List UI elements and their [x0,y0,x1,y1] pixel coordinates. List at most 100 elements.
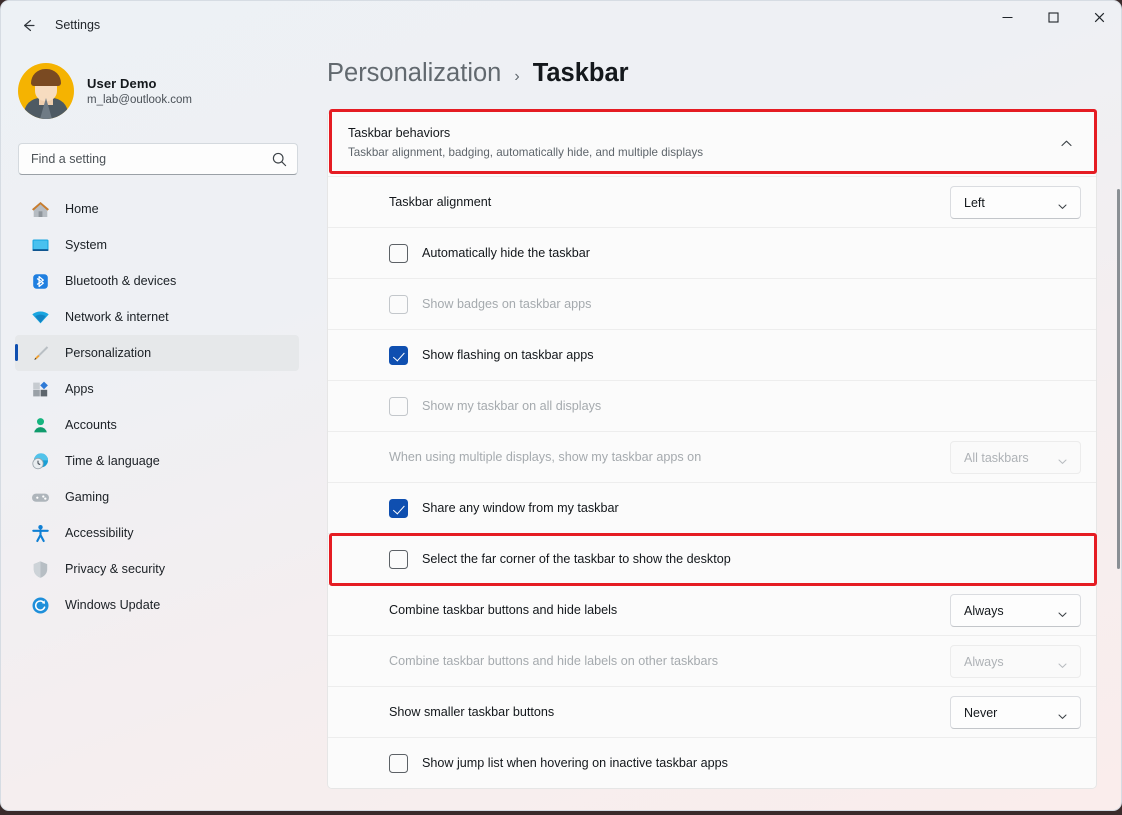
chevron-down-icon [1057,709,1068,727]
row-label: Show my taskbar on all displays [422,399,601,413]
shield-icon [29,558,51,580]
row-multiple-displays-apps: When using multiple displays, show my ta… [328,431,1096,482]
avatar [18,63,74,119]
minimize-icon [1001,11,1014,24]
row-label: Combine taskbar buttons and hide labels … [389,654,718,668]
search-input[interactable] [31,152,251,166]
sidebar-item-accounts[interactable]: Accounts [15,407,299,443]
dropdown-value: Never [964,706,997,720]
chevron-up-icon[interactable] [1059,136,1074,156]
sidebar-item-label: Home [65,202,99,216]
window-title: Settings [55,18,100,32]
row-label: Combine taskbar buttons and hide labels [389,603,617,617]
sidebar-item-privacy-security[interactable]: Privacy & security [15,551,299,587]
sidebar-item-label: Time & language [65,454,160,468]
combine-buttons-other-dropdown: Always [950,645,1081,678]
row-auto-hide-taskbar[interactable]: Automatically hide the taskbar [328,227,1096,278]
row-taskbar-all-displays: Show my taskbar on all displays [328,380,1096,431]
auto-hide-checkbox[interactable] [389,244,408,263]
paintbrush-icon [29,342,51,364]
search-box[interactable] [18,143,298,175]
main-content: Personalization › Taskbar Taskbar behavi… [321,48,1122,811]
bluetooth-icon [29,270,51,292]
dropdown-value: Left [964,196,985,210]
row-combine-buttons-other: Combine taskbar buttons and hide labels … [328,635,1096,686]
all-displays-checkbox [389,397,408,416]
sidebar-item-label: Network & internet [65,310,169,324]
sidebar-item-windows-update[interactable]: Windows Update [15,587,299,623]
scrollbar-thumb[interactable] [1117,189,1120,569]
maximize-button[interactable] [1030,1,1076,34]
page-title: Taskbar [533,59,629,88]
sidebar-item-label: Windows Update [65,598,160,612]
dropdown-value: All taskbars [964,451,1029,465]
row-show-flashing[interactable]: Show flashing on taskbar apps [328,329,1096,380]
taskbar-alignment-dropdown[interactable]: Left [950,186,1081,219]
breadcrumb-parent[interactable]: Personalization [327,59,501,88]
account-tile[interactable]: User Demo m_lab@outlook.com [18,58,303,124]
minimize-button[interactable] [984,1,1030,34]
show-flashing-checkbox[interactable] [389,346,408,365]
row-combine-buttons: Combine taskbar buttons and hide labels … [328,584,1096,635]
row-label: Automatically hide the taskbar [422,246,590,260]
smaller-buttons-dropdown[interactable]: Never [950,696,1081,729]
sidebar-item-bluetooth[interactable]: Bluetooth & devices [15,263,299,299]
system-monitor-icon [29,234,51,256]
combine-buttons-dropdown[interactable]: Always [950,594,1081,627]
section-title: Taskbar behaviors [348,126,450,140]
back-button[interactable] [10,10,46,40]
breadcrumb: Personalization › Taskbar [327,59,629,88]
chevron-down-icon [1057,199,1068,217]
taskbar-behaviors-header[interactable]: Taskbar behaviors Taskbar alignment, bad… [328,112,1096,176]
maximize-icon [1047,11,1060,24]
gamepad-icon [29,486,51,508]
breadcrumb-separator: › [514,68,519,86]
jump-list-checkbox[interactable] [389,754,408,773]
sidebar-item-gaming[interactable]: Gaming [15,479,299,515]
row-far-corner-show-desktop[interactable]: Select the far corner of the taskbar to … [328,533,1096,584]
row-smaller-taskbar-buttons: Show smaller taskbar buttons Never [328,686,1096,737]
row-taskbar-alignment: Taskbar alignment Left [328,176,1096,227]
sidebar-item-time-language[interactable]: Time & language [15,443,299,479]
sidebar-item-label: Personalization [65,346,151,360]
row-label: When using multiple displays, show my ta… [389,450,701,464]
sidebar-item-label: Bluetooth & devices [65,274,176,288]
row-show-badges: Show badges on taskbar apps [328,278,1096,329]
account-name: User Demo [87,76,192,91]
chevron-down-icon [1057,607,1068,625]
sidebar-item-label: Privacy & security [65,562,165,576]
sidebar-item-accessibility[interactable]: Accessibility [15,515,299,551]
row-share-window[interactable]: Share any window from my taskbar [328,482,1096,533]
sidebar-item-personalization[interactable]: Personalization [15,335,299,371]
dropdown-value: Always [964,604,1004,618]
settings-window: Settings [0,0,1122,811]
row-label: Select the far corner of the taskbar to … [422,552,731,566]
row-jump-list-hover[interactable]: Show jump list when hovering on inactive… [328,737,1096,788]
sidebar-item-apps[interactable]: Apps [15,371,299,407]
sidebar-item-label: Gaming [65,490,109,504]
apps-grid-icon [29,378,51,400]
chevron-down-icon [1057,658,1068,676]
home-icon [29,198,51,220]
close-button[interactable] [1076,1,1122,34]
section-subtitle: Taskbar alignment, badging, automaticall… [348,146,703,159]
scrollbar-track[interactable] [1115,111,1121,771]
far-corner-checkbox[interactable] [389,550,408,569]
settings-card: Taskbar behaviors Taskbar alignment, bad… [327,111,1097,789]
back-arrow-icon [20,17,37,34]
sidebar-item-label: Accounts [65,418,117,432]
row-label: Show jump list when hovering on inactive… [422,756,728,770]
accessibility-person-icon [29,522,51,544]
sidebar-item-network[interactable]: Network & internet [15,299,299,335]
sidebar-item-label: Apps [65,382,94,396]
row-label: Show flashing on taskbar apps [422,348,594,362]
chevron-down-icon [1057,454,1068,472]
nav-list: Home System [1,191,321,623]
sidebar-item-system[interactable]: System [15,227,299,263]
sidebar-item-label: Accessibility [65,526,134,540]
share-window-checkbox[interactable] [389,499,408,518]
clock-globe-icon [29,450,51,472]
sidebar-item-label: System [65,238,107,252]
wifi-icon [29,306,51,328]
sidebar-item-home[interactable]: Home [15,191,299,227]
